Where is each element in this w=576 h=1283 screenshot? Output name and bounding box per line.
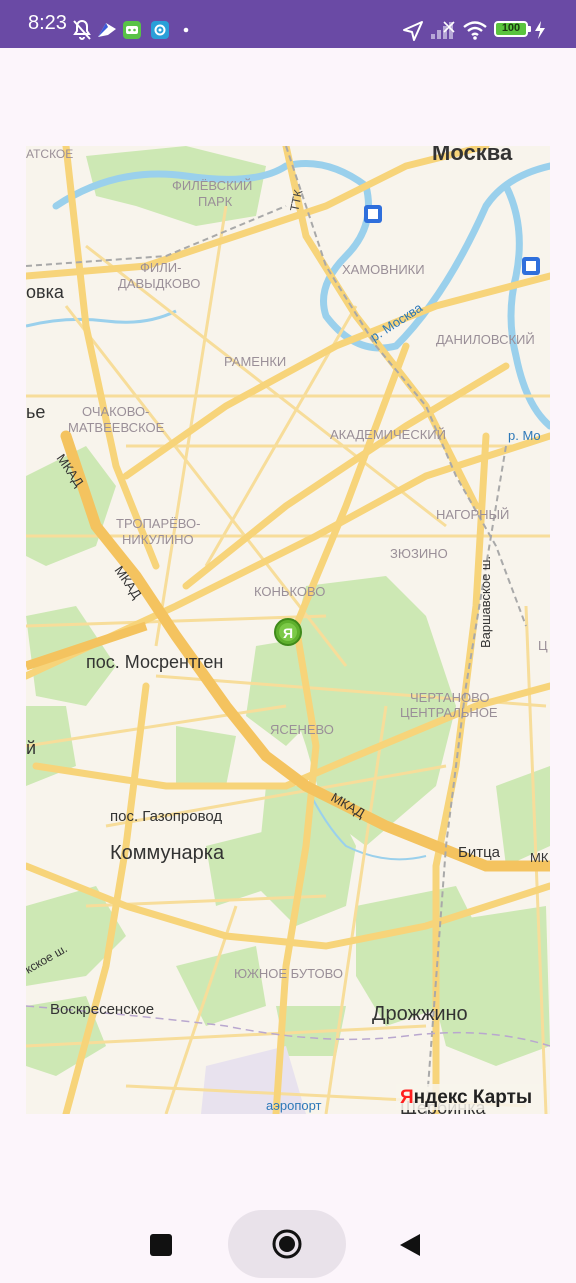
label-moskva: Москва [432,146,513,165]
label-ye: ье [26,402,45,422]
label-edge-stub: й [26,738,36,758]
label-yuzhnoe-butovo: ЮЖНОЕ БУТОВО [234,966,343,981]
charging-icon [535,21,545,39]
label-ts: Ц [538,638,548,653]
back-button[interactable] [398,1232,422,1258]
label-mosrentgen: пос. Мосрентген [86,652,223,672]
status-time: 8:23 [28,12,67,34]
dot-icon [183,27,189,33]
brand-rest: ндекс Карты [414,1087,533,1108]
label-gazoprovod: пос. Газопровод [110,808,222,825]
maps-app-icon [98,23,116,37]
metro-icon [522,257,540,275]
label-ovka: овка [26,282,65,302]
label-mk-right: МК [530,850,549,865]
label-danilovsky: ДАНИЛОВСКИЙ [436,332,535,347]
label-yasenevo: ЯСЕНЕВО [270,722,334,737]
label-r-mo: р. Мо [508,428,541,443]
label-filevsky-park-2: ПАРК [198,194,233,209]
label-ramenki: РАМЕНКИ [224,354,286,369]
label-akademichesky: АКАДЕМИЧЕСКИЙ [330,427,446,442]
camera-app-icon [151,21,169,39]
battery-tip [528,26,531,32]
label-chertanovo-1: ЧЕРТАНОВО [410,690,489,705]
yandex-maps-logo[interactable]: Яндекс Карты [396,1084,542,1110]
label-troparevo-2: НИКУЛИНО [122,532,194,547]
robot-app-icon [123,21,141,39]
brand-text: Яндекс Карты [400,1087,532,1108]
label-ochakovo-1: ОЧАКОВО- [82,404,149,419]
battery-icon: 100 [494,21,528,37]
label-kommunarka: Коммунарка [110,842,225,864]
label-voskresenskoe: Воскресенское [50,1001,154,1018]
label-troparevo-1: ТРОПАРЁВО- [116,516,200,531]
wifi-icon [463,21,487,40]
label-varshavskoe: Варшавское ш. [478,556,493,648]
recents-button[interactable] [150,1234,172,1256]
label-chertanovo-2: ЦЕНТРАЛЬНОЕ [400,705,498,720]
navigation-bar [0,1210,576,1280]
label-filevsky-park-1: ФИЛЁВСКИЙ [172,178,252,193]
home-button[interactable] [228,1210,346,1278]
label-konkovo: КОНЬКОВО [254,584,325,599]
signal-icon [431,21,455,39]
label-drozhzhino: Дрожжино [372,1003,468,1025]
label-bitsa: Битца [458,844,501,861]
status-bar: 8:23 100 [0,0,576,48]
label-aeroport: аэропорт [266,1098,322,1113]
location-marker-icon[interactable]: Я [274,618,302,646]
battery-level: 100 [501,22,521,34]
map-canvas[interactable]: Москва АТСКОЕ ФИЛЁВСКИЙ ПАРК ТТК ФИЛИ- Д… [26,146,550,1114]
label-khamovniki: ХАМОВНИКИ [342,262,425,277]
bell-off-icon [73,19,91,40]
label-fili-2: ДАВЫДКОВО [118,276,200,291]
metro-icon [364,205,382,223]
label-atskoe: АТСКОЕ [26,147,73,161]
map-view[interactable]: Москва АТСКОЕ ФИЛЁВСКИЙ ПАРК ТТК ФИЛИ- Д… [26,146,550,1114]
label-nagorny: НАГОРНЫЙ [436,507,509,522]
brand-prefix: Я [400,1087,414,1108]
label-ochakovo-2: МАТВЕЕВСКОЕ [68,420,165,435]
label-zyuzino: ЗЮЗИНО [390,546,448,561]
marker-letter: Я [283,625,293,641]
location-arrow-icon [403,21,423,41]
home-circle-icon [272,1229,302,1259]
label-fili-1: ФИЛИ- [140,260,181,275]
